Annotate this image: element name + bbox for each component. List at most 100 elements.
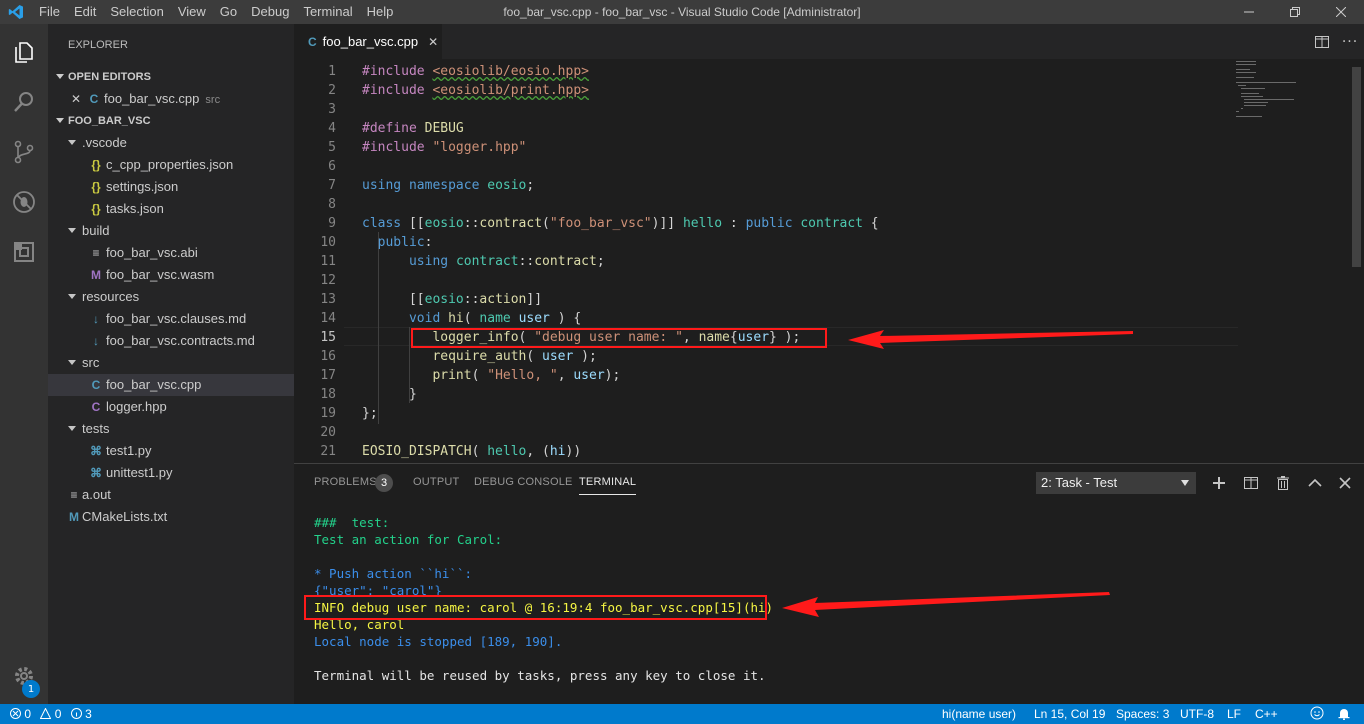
menu-edit[interactable]: Edit [67, 0, 103, 24]
menu-go[interactable]: Go [213, 0, 244, 24]
code-line[interactable]: 2 #include <eosiolib/print.hpp> [294, 81, 1234, 100]
code-line[interactable]: 5 #include "logger.hpp" [294, 138, 1234, 157]
code-line[interactable]: 20 [294, 423, 1234, 442]
code-line[interactable]: 16 require_auth( user ); [294, 347, 1234, 366]
text-file-icon: ≡ [70, 488, 78, 502]
line-number: 11 [320, 254, 336, 269]
language-mode[interactable]: C++ [1255, 704, 1278, 724]
code-line[interactable]: 14 void hi( name user ) { [294, 309, 1234, 328]
encoding[interactable]: UTF-8 [1180, 704, 1214, 724]
current-function[interactable]: hi(name user) [942, 704, 1016, 724]
open-editors-section[interactable]: OPEN EDITORS [48, 66, 294, 88]
folder-item[interactable]: tests [48, 418, 294, 440]
code-line[interactable]: 6 [294, 157, 1234, 176]
code-line[interactable]: 8 [294, 195, 1234, 214]
folder-item[interactable]: src [48, 352, 294, 374]
explorer-sidebar: EXPLORER OPEN EDITORS ✕ C foo_bar_vsc.cp… [48, 24, 294, 704]
source-control-icon[interactable] [0, 128, 48, 176]
chevron-up-icon[interactable] [1304, 473, 1326, 493]
file-item[interactable]: ⌘ unittest1.py [48, 462, 294, 484]
line-ending[interactable]: LF [1227, 704, 1241, 724]
code-editor[interactable]: 1 #include <eosiolib/eosio.hpp> 2 #include … [294, 59, 1364, 463]
trash-icon[interactable] [1272, 473, 1294, 493]
indentation[interactable]: Spaces: 3 [1116, 704, 1169, 724]
code-line[interactable]: 19}; [294, 404, 1234, 423]
file-item[interactable]: Cfoo_bar_vsc.cpp [48, 374, 294, 396]
file-item[interactable]: {} c_cpp_properties.json [48, 154, 294, 176]
problems-status[interactable]: 0 0 3 [10, 704, 92, 724]
cursor-position[interactable]: Ln 15, Col 19 [1034, 704, 1105, 724]
file-item[interactable]: Mfoo_bar_vsc.wasm [48, 264, 294, 286]
code-line[interactable]: 10 public: [294, 233, 1234, 252]
code-text: class [[eosio::contract("foo_bar_vsc")]]… [362, 216, 879, 231]
file-item[interactable]: {} settings.json [48, 176, 294, 198]
tab-problems[interactable]: PROBLEMS [314, 476, 377, 488]
cmake-file-icon: M [69, 510, 79, 524]
file-item[interactable]: ≡ a.out [48, 484, 294, 506]
close-icon[interactable] [1334, 473, 1356, 493]
code-line[interactable]: 11 using contract::contract; [294, 252, 1234, 271]
menu-file[interactable]: File [32, 0, 67, 24]
tab-foo-bar-vsc-cpp[interactable]: C foo_bar_vsc.cpp ✕ [294, 24, 442, 59]
restore-icon[interactable] [1272, 0, 1318, 24]
folder-item[interactable]: .vscode [48, 132, 294, 154]
tab-debug-console[interactable]: DEBUG CONSOLE [474, 476, 573, 488]
code-text: #include <eosiolib/print.hpp> [362, 83, 589, 98]
terminal-select[interactable]: 2: Task - Test [1036, 472, 1196, 494]
project-section[interactable]: FOO_BAR_VSC [48, 110, 294, 132]
code-line[interactable]: 17 print( "Hello, ", user); [294, 366, 1234, 385]
code-line[interactable]: 13 [[eosio::action]] [294, 290, 1234, 309]
code-line[interactable]: 21 EOSIO_DISPATCH( hello, (hi)) [294, 442, 1234, 461]
tab-output[interactable]: OUTPUT [413, 476, 459, 488]
code-line[interactable]: 7 using namespace eosio; [294, 176, 1234, 195]
menu-terminal[interactable]: Terminal [296, 0, 359, 24]
search-icon[interactable] [0, 78, 48, 126]
close-window-icon[interactable] [1318, 0, 1364, 24]
close-editor-icon[interactable]: ✕ [68, 88, 84, 110]
menu-debug[interactable]: Debug [244, 0, 296, 24]
split-icon[interactable] [1240, 473, 1262, 493]
menu-selection[interactable]: Selection [103, 0, 170, 24]
line-number: 10 [320, 235, 336, 250]
debug-icon[interactable] [0, 178, 48, 226]
file-item[interactable]: Clogger.hpp [48, 396, 294, 418]
extensions-icon[interactable] [0, 228, 48, 276]
close-tab-icon[interactable]: ✕ [428, 35, 438, 49]
files-icon[interactable] [0, 28, 48, 76]
file-item[interactable]: ↓ foo_bar_vsc.contracts.md [48, 330, 294, 352]
split-editor-icon[interactable] [1308, 35, 1336, 48]
feedback-icon[interactable] [1310, 704, 1324, 724]
folder-item[interactable]: resources [48, 286, 294, 308]
editor-scrollbar-thumb[interactable] [1352, 67, 1361, 267]
chevron-down-icon [68, 426, 76, 431]
file-item[interactable]: M CMakeLists.txt [48, 506, 294, 528]
file-item[interactable]: ↓ foo_bar_vsc.clauses.md [48, 308, 294, 330]
code-line[interactable]: 12 [294, 271, 1234, 290]
line-number: 8 [328, 197, 336, 212]
menu-help[interactable]: Help [360, 0, 401, 24]
code-text: using contract::contract; [408, 254, 605, 269]
open-editor-item[interactable]: ✕ C foo_bar_vsc.cpp src [48, 88, 294, 110]
file-item[interactable]: ≡ foo_bar_vsc.abi [48, 242, 294, 264]
editor-scrollbar[interactable] [1350, 59, 1364, 463]
folder-item[interactable]: build [48, 220, 294, 242]
minimize-icon[interactable] [1226, 0, 1272, 24]
file-label: foo_bar_vsc.cpp [106, 377, 202, 392]
code-line[interactable]: 18 } [294, 385, 1234, 404]
plus-icon[interactable] [1208, 473, 1230, 493]
line-number: 3 [328, 102, 336, 117]
more-actions-icon[interactable]: ··· [1336, 34, 1364, 50]
code-line[interactable]: 1 #include <eosiolib/eosio.hpp> [294, 62, 1234, 81]
code-line[interactable]: 3 [294, 100, 1234, 119]
code-line[interactable]: 4 #define DEBUG [294, 119, 1234, 138]
folder-label: resources [82, 289, 140, 304]
tab-terminal[interactable]: TERMINAL [579, 476, 637, 495]
md-file-icon: ↓ [93, 334, 99, 348]
menu-view[interactable]: View [171, 0, 213, 24]
folder-label: tests [82, 421, 110, 436]
minimap[interactable] [1234, 59, 1350, 119]
notifications-bell-icon[interactable] [1338, 704, 1350, 724]
code-line[interactable]: 9 class [[eosio::contract("foo_bar_vsc")]… [294, 214, 1234, 233]
file-item[interactable]: ⌘ test1.py [48, 440, 294, 462]
file-item[interactable]: {} tasks.json [48, 198, 294, 220]
